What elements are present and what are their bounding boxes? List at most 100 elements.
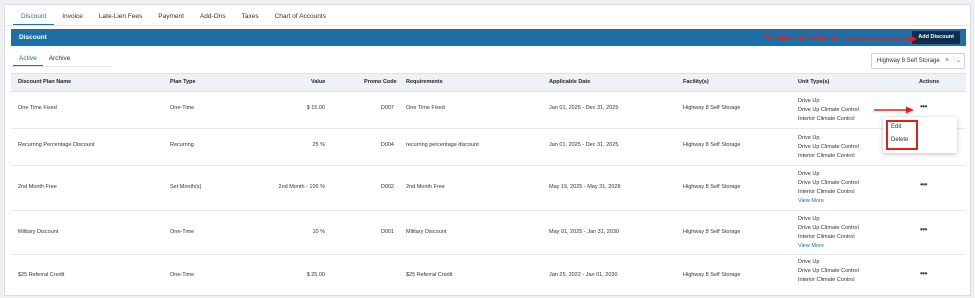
- plan-name: $25 Referral Credit: [18, 272, 65, 278]
- annotation-arrow-icon: [874, 106, 914, 114]
- subtabs-divider: [11, 66, 111, 67]
- unit-types: Drive Up Drive Up Climate Control Interi…: [798, 170, 859, 206]
- unit-type: Drive Up Climate Control: [798, 225, 859, 231]
- plan-type: One-Time: [170, 105, 195, 111]
- subtab-archive[interactable]: Archive: [43, 53, 77, 66]
- applicable-date: May 19, 2025 - May 31, 2028: [549, 184, 621, 190]
- header-applicable-date[interactable]: Applicable Date: [549, 74, 590, 91]
- view-more-link[interactable]: View More: [798, 242, 859, 251]
- tab-taxes[interactable]: Taxes: [234, 11, 267, 25]
- plan-value: $ 15.00: [306, 105, 325, 111]
- unit-type: Interior Climate Control: [798, 277, 855, 283]
- requirements: 2nd Month Free: [406, 184, 445, 190]
- applicable-date: Jan 25, 2022 - Jan 01, 2030: [549, 272, 618, 278]
- requirements: One Time Fixed: [406, 105, 445, 111]
- applicable-date: May 01, 2025 - Jan 31, 2030: [549, 229, 620, 235]
- add-discount-button[interactable]: Add Discount: [912, 31, 960, 44]
- plan-name: One Time Fixed: [18, 105, 57, 111]
- plan-name: 2nd Month Free: [18, 184, 57, 190]
- table-header: Discount Plan Name Plan Type Value Promo…: [11, 73, 966, 92]
- unit-type: Drive Up: [798, 259, 820, 265]
- plan-value: 2nd Month - 100 %: [278, 184, 325, 190]
- header-promo-code[interactable]: Promo Code: [364, 74, 397, 91]
- requirements: Military Discount: [406, 229, 447, 235]
- more-actions-icon[interactable]: •••: [920, 180, 927, 189]
- header-plan-type[interactable]: Plan Type: [170, 74, 196, 91]
- plan-name: Recurring Percentage Discount: [18, 142, 95, 148]
- header-actions: Actions: [919, 79, 940, 85]
- delete-menu-item[interactable]: Delete: [891, 135, 908, 145]
- tab-invoice[interactable]: Invoice: [54, 11, 91, 25]
- tab-discount[interactable]: Discount: [13, 11, 55, 25]
- header-value[interactable]: Value: [311, 74, 325, 91]
- plan-type: One-Time: [170, 272, 195, 278]
- requirements: recurring percentage discount: [406, 142, 479, 148]
- settings-tabs: Discount Invoice Late-Lien Fees Payment …: [13, 11, 334, 25]
- promo-code: D007: [380, 105, 394, 111]
- more-actions-icon[interactable]: •••: [920, 269, 927, 278]
- facility-select-value: Highway 8 Self Storage: [877, 58, 940, 64]
- unit-types: Drive Up Drive Up Climate Control Interi…: [798, 258, 859, 285]
- banner-title: Discount: [19, 34, 47, 41]
- promo-code: D002: [380, 184, 394, 190]
- tab-add-ons[interactable]: Add-Ons: [192, 11, 234, 25]
- facility: Highway 8 Self Storage: [683, 184, 741, 190]
- plan-type: Recurring: [170, 142, 194, 148]
- unit-type: Interior Climate Control: [798, 234, 855, 240]
- header-facility[interactable]: Facility(s): [683, 74, 709, 91]
- plan-type: One-Time: [170, 229, 195, 235]
- requirements: $25 Referral Credit: [406, 272, 453, 278]
- table-row[interactable]: $25 Referral Credit One-Time $ 25.00 $25…: [11, 255, 966, 295]
- promo-code: D001: [380, 229, 394, 235]
- facility: Highway 8 Self Storage: [683, 229, 741, 235]
- more-actions-icon[interactable]: •••: [920, 225, 927, 234]
- unit-type: Interior Climate Control: [798, 153, 855, 159]
- facility: Highway 8 Self Storage: [683, 105, 741, 111]
- table-row[interactable]: 2nd Month Free Set Month(s) 2nd Month - …: [11, 166, 966, 211]
- unit-type: Drive Up Climate Control: [798, 268, 859, 274]
- unit-type: Drive Up Climate Control: [798, 180, 859, 186]
- tab-late-lien-fees[interactable]: Late-Lien Fees: [91, 11, 150, 25]
- table-row[interactable]: One Time Fixed One-Time $ 15.00 D007 One…: [11, 92, 966, 129]
- unit-type: Interior Climate Control: [798, 116, 855, 122]
- table-row[interactable]: Military Discount One-Time 10 % D001 Mil…: [11, 211, 966, 255]
- unit-type: Interior Climate Control: [798, 189, 855, 195]
- promo-code: D004: [380, 142, 394, 148]
- status-subtabs: Active Archive: [13, 53, 76, 66]
- tab-chart-of-accounts[interactable]: Chart of Accounts: [267, 11, 334, 25]
- tabs-divider: [5, 25, 970, 26]
- more-actions-icon[interactable]: •••: [920, 102, 927, 111]
- chevron-down-icon[interactable]: ⌄: [956, 54, 961, 68]
- unit-type: Drive Up Climate Control: [798, 107, 859, 113]
- unit-type: Drive Up: [798, 98, 820, 104]
- applicable-date: Jan 01, 2025 - Dec 31, 2025: [549, 105, 619, 111]
- header-requirements[interactable]: Requirements: [406, 74, 443, 91]
- plan-value: $ 25.00: [306, 272, 325, 278]
- unit-type: Drive Up: [798, 135, 820, 141]
- annotation-text: To make a new plan: [763, 33, 838, 42]
- tab-payment[interactable]: Payment: [150, 11, 192, 25]
- plan-type: Set Month(s): [170, 184, 202, 190]
- annotation-arrow-icon: [843, 35, 917, 43]
- header-plan-name[interactable]: Discount Plan Name: [18, 74, 71, 91]
- applicable-date: Jan 01, 2025 - Dec 31, 2025: [549, 142, 619, 148]
- unit-types: Drive Up Drive Up Climate Control Interi…: [798, 215, 859, 251]
- subtab-active[interactable]: Active: [13, 53, 43, 66]
- view-more-link[interactable]: View More: [798, 197, 859, 206]
- plan-value: 10 %: [312, 229, 325, 235]
- plan-value: 25 %: [312, 142, 325, 148]
- clear-icon[interactable]: ×: [945, 54, 949, 68]
- unit-types: Drive Up Drive Up Climate Control Interi…: [798, 97, 859, 124]
- unit-type: Drive Up: [798, 171, 820, 177]
- unit-types: Drive Up Drive Up Climate Control Interi…: [798, 134, 859, 161]
- facility: Highway 8 Self Storage: [683, 142, 741, 148]
- app-frame: Discount Invoice Late-Lien Fees Payment …: [4, 4, 971, 296]
- table-row[interactable]: Recurring Percentage Discount Recurring …: [11, 129, 966, 166]
- header-unit-types[interactable]: Unit Type(s): [798, 74, 829, 91]
- plan-name: Military Discount: [18, 229, 59, 235]
- facility: Highway 8 Self Storage: [683, 272, 741, 278]
- unit-type: Drive Up: [798, 216, 820, 222]
- edit-menu-item[interactable]: Edit: [891, 122, 901, 132]
- facility-select[interactable]: Highway 8 Self Storage × ⌄: [871, 53, 965, 69]
- actions-menu: Edit Delete: [883, 117, 957, 153]
